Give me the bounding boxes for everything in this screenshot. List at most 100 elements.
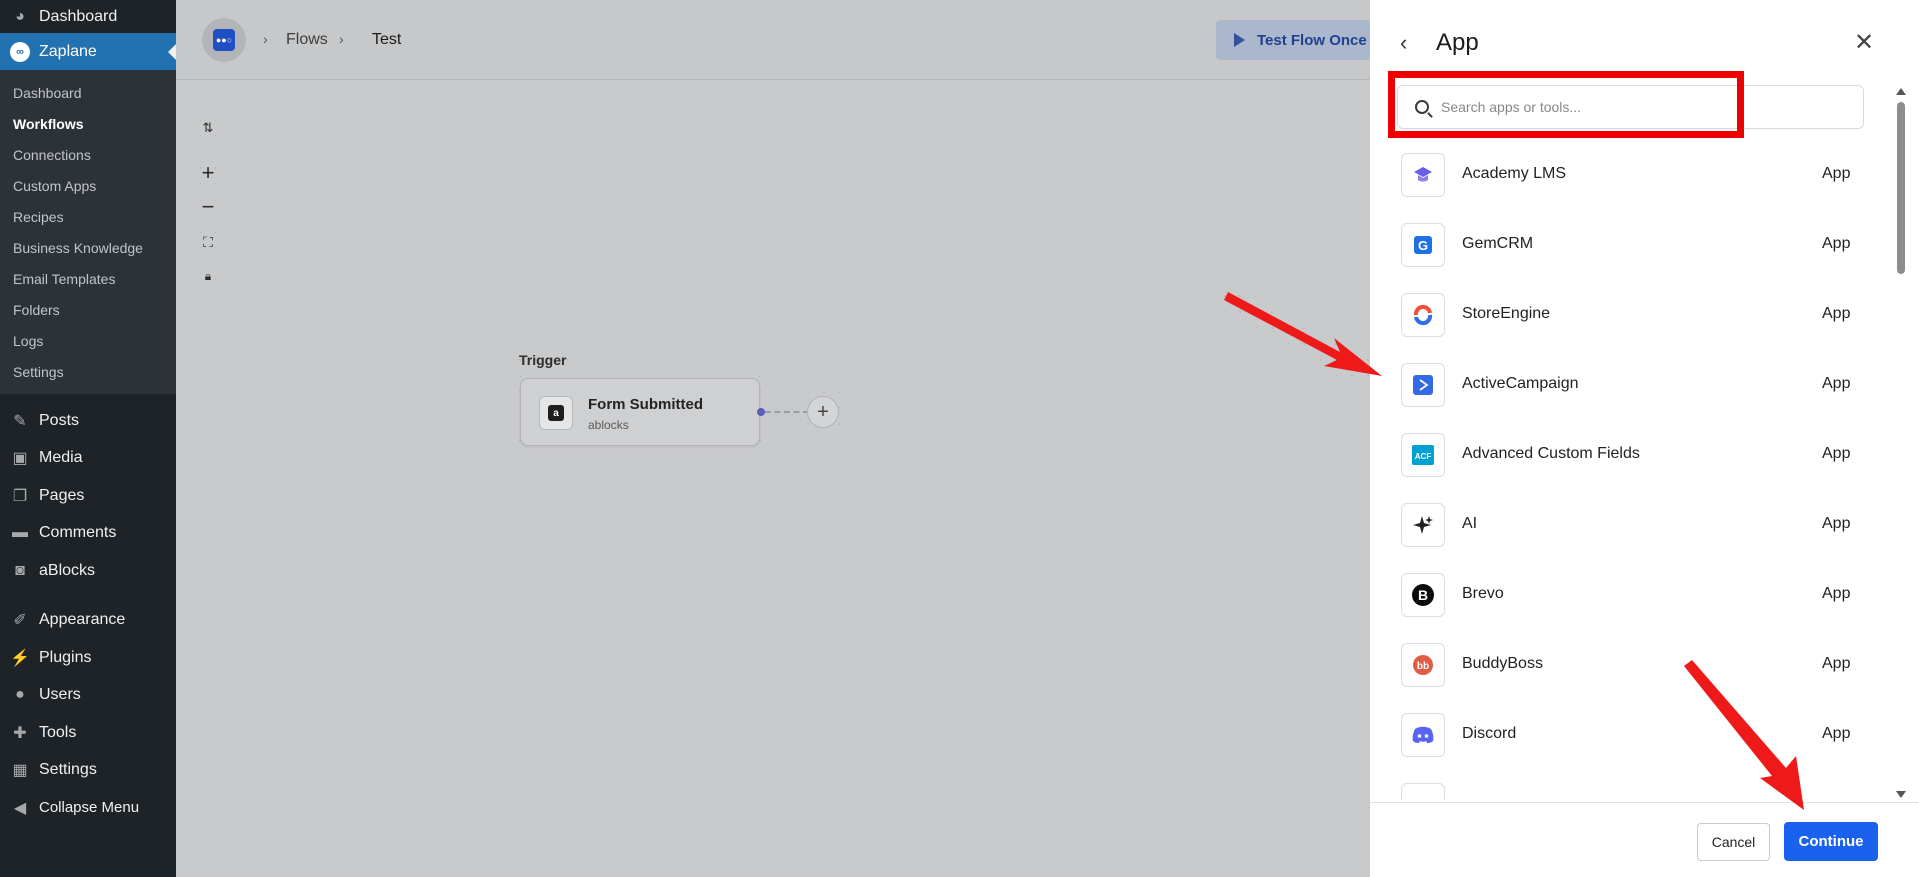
menu-comments[interactable]: ▬ Comments <box>0 515 176 553</box>
svg-text:ACF: ACF <box>1415 452 1432 461</box>
play-icon <box>1234 33 1245 47</box>
zoom-in-icon[interactable]: + <box>198 160 218 185</box>
app-name: ActiveCampaign <box>1462 375 1579 392</box>
menu-zaplane-label: Zaplane <box>39 42 97 60</box>
zaplane-submenu: Dashboard Workflows Connections Custom A… <box>0 70 176 394</box>
menu-plugins[interactable]: ⚡ Plugins <box>0 639 176 677</box>
media-icon: ▣ <box>12 450 28 468</box>
app-row[interactable]: bb BuddyBoss App <box>1370 630 1890 700</box>
cancel-button[interactable]: Cancel <box>1697 823 1770 861</box>
menu-zaplane[interactable]: ∞ Zaplane <box>0 33 176 70</box>
menu-ablocks[interactable]: ◙ aBlocks <box>0 552 176 590</box>
submenu-logs[interactable]: Logs <box>0 326 176 357</box>
app-name: BuddyBoss <box>1462 655 1543 672</box>
trigger-label: Trigger <box>519 352 567 368</box>
wrench-icon: ✚ <box>13 724 27 742</box>
menu-posts-label: Posts <box>39 411 80 429</box>
menu-appearance-label: Appearance <box>39 611 126 629</box>
app-row[interactable]: B Brevo App <box>1370 560 1890 630</box>
app-row[interactable]: StoreEngine App <box>1370 280 1890 350</box>
scroll-up-icon[interactable] <box>1896 88 1906 95</box>
submenu-settings[interactable]: Settings <box>0 357 176 388</box>
continue-button[interactable]: Continue <box>1784 822 1878 861</box>
breadcrumb-flows[interactable]: Flows <box>286 31 328 49</box>
acf-icon: ACF <box>1401 433 1445 477</box>
activecampaign-icon <box>1401 363 1445 407</box>
menu-pages[interactable]: ❐ Pages <box>0 477 176 515</box>
fit-view-icon[interactable]: ⛶ <box>198 232 218 252</box>
pages-icon: ❐ <box>12 487 28 505</box>
submenu-dashboard[interactable]: Dashboard <box>0 78 176 109</box>
chevron-right-icon: › <box>339 31 344 47</box>
flow-builder-canvas[interactable]: ●●○ › Flows › Test Test Flow Once ⇅ + − … <box>176 0 1376 877</box>
menu-dashboard[interactable]: ◕ Dashboard <box>0 0 176 33</box>
menu-users[interactable]: ● Users <box>0 677 176 715</box>
trigger-node[interactable]: a Form Submitted ablocks <box>520 378 760 446</box>
search-highlight-box <box>1388 71 1744 138</box>
app-icon-partial <box>1401 783 1445 800</box>
submenu-recipes[interactable]: Recipes <box>0 202 176 233</box>
node-title: Form Submitted <box>588 396 703 413</box>
app-row[interactable]: G GemCRM App <box>1370 210 1890 280</box>
menu-settings-label: Settings <box>39 761 97 779</box>
submenu-custom-apps[interactable]: Custom Apps <box>0 171 176 202</box>
settings-icon: ▦ <box>12 762 28 780</box>
submenu-email-templates[interactable]: Email Templates <box>0 264 176 295</box>
menu-posts[interactable]: ✎ Posts <box>0 402 176 440</box>
app-type: App <box>1822 725 1851 742</box>
app-type: App <box>1822 585 1851 602</box>
app-row-partial[interactable] <box>1370 770 1890 800</box>
submenu-workflows[interactable]: Workflows <box>0 109 176 140</box>
submenu-folders[interactable]: Folders <box>0 295 176 326</box>
scroll-thumb[interactable] <box>1897 102 1905 274</box>
menu-comments-label: Comments <box>39 524 117 542</box>
app-list: Academy LMS App G GemCRM App StoreEngine… <box>1370 140 1890 800</box>
node-connector-dot[interactable] <box>757 408 765 416</box>
app-name: Advanced Custom Fields <box>1462 445 1640 462</box>
menu-settings[interactable]: ▦ Settings <box>0 752 176 790</box>
dashboard-icon: ◕ <box>15 7 25 25</box>
ablocks-node-icon: a <box>539 396 573 430</box>
zoom-out-icon[interactable]: − <box>198 194 218 219</box>
lock-icon[interactable]: 🔒︎ <box>198 266 218 286</box>
gemcrm-icon: G <box>1401 223 1445 267</box>
add-step-button[interactable]: + <box>807 396 839 428</box>
test-flow-button[interactable]: Test Flow Once <box>1216 20 1376 60</box>
app-row[interactable]: Academy LMS App <box>1370 140 1890 210</box>
app-type: App <box>1822 655 1851 672</box>
sort-icon[interactable]: ⇅ <box>198 118 218 138</box>
brush-icon: ✐ <box>13 612 27 630</box>
app-name: Discord <box>1462 725 1517 742</box>
app-row[interactable]: ActiveCampaign App <box>1370 350 1890 420</box>
menu-users-label: Users <box>39 686 81 704</box>
app-type: App <box>1822 515 1851 532</box>
close-icon[interactable]: ✕ <box>1854 28 1874 57</box>
user-icon: ● <box>15 686 25 704</box>
menu-ablocks-label: aBlocks <box>39 561 96 579</box>
collapse-icon: ◀ <box>13 799 27 817</box>
menu-tools[interactable]: ✚ Tools <box>0 714 176 752</box>
zaplane-logo[interactable]: ●●○ <box>202 18 246 62</box>
submenu-connections[interactable]: Connections <box>0 140 176 171</box>
menu-pages-label: Pages <box>39 486 85 504</box>
app-row[interactable]: ACF Advanced Custom Fields App <box>1370 420 1890 490</box>
app-type: App <box>1822 375 1851 392</box>
svg-text:bb: bb <box>1417 661 1429 672</box>
buddyboss-icon: bb <box>1401 643 1445 687</box>
app-type: App <box>1822 445 1851 462</box>
menu-media[interactable]: ▣ Media <box>0 440 176 478</box>
drawer-footer: Cancel Continue <box>1370 802 1919 877</box>
app-row[interactable]: Discord App <box>1370 700 1890 770</box>
menu-collapse[interactable]: ◀ Collapse Menu <box>0 789 176 827</box>
back-icon[interactable]: ‹ <box>1400 30 1407 56</box>
app-type: App <box>1822 165 1851 182</box>
chevron-right-icon: › <box>263 31 268 47</box>
scroll-down-icon[interactable] <box>1896 791 1906 798</box>
app-list-scrollbar[interactable] <box>1894 88 1908 800</box>
test-flow-label: Test Flow Once <box>1257 31 1367 49</box>
submenu-business-knowledge[interactable]: Business Knowledge <box>0 233 176 264</box>
app-row[interactable]: AI App <box>1370 490 1890 560</box>
discord-icon <box>1401 713 1445 757</box>
comment-icon: ▬ <box>12 524 28 542</box>
menu-appearance[interactable]: ✐ Appearance <box>0 602 176 640</box>
